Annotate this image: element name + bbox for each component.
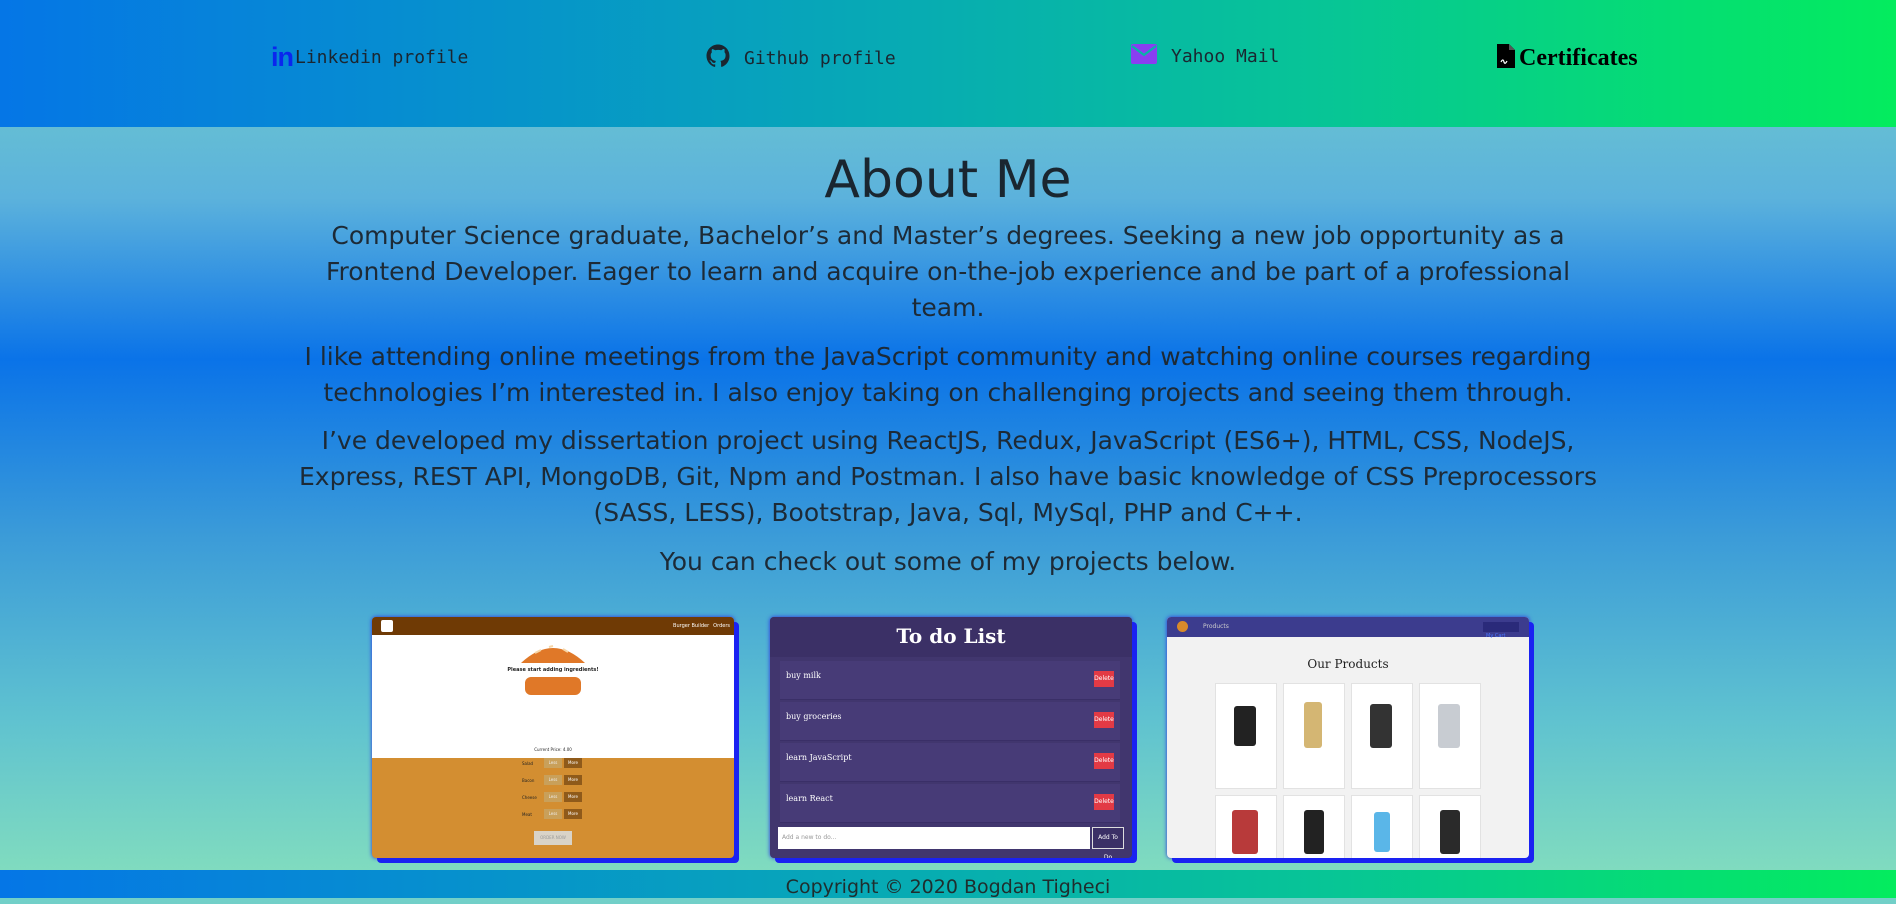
project-burger-builder[interactable]: Burger Builder Orders Please start addin… (372, 617, 734, 858)
control-row: Salad Less More (522, 757, 602, 774)
github-icon (706, 44, 730, 72)
linkedin-icon: in (271, 42, 294, 72)
more-button[interactable]: More (564, 792, 582, 802)
more-button[interactable]: More (564, 809, 582, 819)
burger-logo-icon (381, 620, 393, 632)
shop-navbar: Products My Cart (1167, 617, 1529, 639)
envelope-icon (1131, 44, 1157, 68)
footer: Copyright © 2020 Bogdan Tigheci (0, 870, 1896, 898)
about-me-heading: About Me (824, 150, 1072, 210)
phone-icon (1438, 704, 1460, 748)
delete-button[interactable]: Delete (1094, 712, 1114, 728)
burger-nav-orders: Orders (713, 623, 730, 629)
shop-heading: Our Products (1307, 657, 1389, 671)
product-card[interactable] (1283, 683, 1345, 789)
about-paragraph-3: I’ve developed my dissertation project u… (298, 426, 1597, 527)
yahoo-mail-link[interactable]: Yahoo Mail (1131, 44, 1279, 68)
burger-navbar: Burger Builder Orders (372, 617, 734, 635)
certificates-label: Certificates (1519, 44, 1638, 71)
more-button[interactable]: More (564, 758, 582, 768)
todo-item: buy groceries Delete (780, 702, 1120, 741)
phone-icon (1374, 812, 1390, 852)
about-paragraph-2: I like attending online meetings from th… (304, 342, 1592, 407)
project-products-shop[interactable]: Products My Cart Our Products (1167, 617, 1529, 858)
phone-icon (1440, 810, 1460, 854)
add-todo-button[interactable]: Add To Do (1092, 827, 1124, 858)
todo-input[interactable]: Add a new to do... (778, 827, 1090, 849)
project-todo-list[interactable]: To do List buy milk Delete buy groceries… (770, 617, 1132, 858)
about-paragraph-1: Computer Science graduate, Bachelor’s an… (325, 221, 1571, 322)
todo-item: learn JavaScript Delete (780, 743, 1120, 782)
product-card[interactable] (1215, 795, 1277, 858)
delete-button[interactable]: Delete (1094, 671, 1114, 687)
control-row: Meat Less More (522, 808, 602, 825)
shop-cart: My Cart (1483, 622, 1519, 639)
burger-price: Current Price: 4.00 (534, 747, 572, 752)
about-paragraph-4: You can check out some of my projects be… (659, 547, 1237, 576)
phone-icon (1234, 706, 1256, 746)
burger-message: Please start adding ingredients! (507, 667, 599, 673)
more-button[interactable]: More (564, 775, 582, 785)
shop-logo-icon (1177, 621, 1188, 632)
product-card[interactable] (1419, 795, 1481, 858)
less-button[interactable]: Less (544, 792, 562, 802)
todo-item: buy milk Delete (780, 661, 1120, 700)
product-card[interactable] (1419, 683, 1481, 789)
product-card[interactable] (1215, 683, 1277, 789)
shop-nav-products: Products (1203, 623, 1229, 630)
github-label: Github profile (744, 47, 896, 69)
yahoo-mail-label: Yahoo Mail (1171, 45, 1280, 67)
less-button[interactable]: Less (544, 809, 562, 819)
delete-button[interactable]: Delete (1094, 753, 1114, 769)
phone-icon (1304, 810, 1324, 854)
burger-nav-builder: Burger Builder (673, 623, 710, 629)
github-link[interactable]: Github profile (706, 44, 896, 72)
phone-icon (1304, 702, 1322, 748)
todo-title: To do List (770, 617, 1132, 657)
phone-icon (1370, 704, 1392, 748)
less-button[interactable]: Less (544, 775, 562, 785)
certificates-link[interactable]: Certificates (1497, 44, 1638, 72)
file-certificate-icon (1497, 44, 1515, 72)
copyright-text: Copyright © 2020 Bogdan Tigheci (785, 876, 1111, 898)
linkedin-label: Linkedin profile (295, 47, 469, 68)
control-row: Cheese Less More (522, 791, 602, 808)
todo-item: learn React Delete (780, 784, 1120, 823)
linkedin-link[interactable]: in Linkedin profile (271, 44, 468, 71)
delete-button[interactable]: Delete (1094, 794, 1114, 810)
less-button[interactable]: Less (544, 758, 562, 768)
phone-icon (1232, 810, 1258, 854)
product-card[interactable] (1351, 683, 1413, 789)
product-card[interactable] (1283, 795, 1345, 858)
burger-controls: Salad Less More Bacon Less More Cheese L… (522, 757, 602, 825)
order-now-button[interactable]: ORDER NOW (534, 831, 572, 845)
burger-preview-area: Please start adding ingredients! (372, 635, 734, 758)
control-row: Bacon Less More (522, 774, 602, 791)
product-card[interactable] (1351, 795, 1413, 858)
top-navigation: in Linkedin profile Github profile Yahoo… (0, 0, 1896, 127)
